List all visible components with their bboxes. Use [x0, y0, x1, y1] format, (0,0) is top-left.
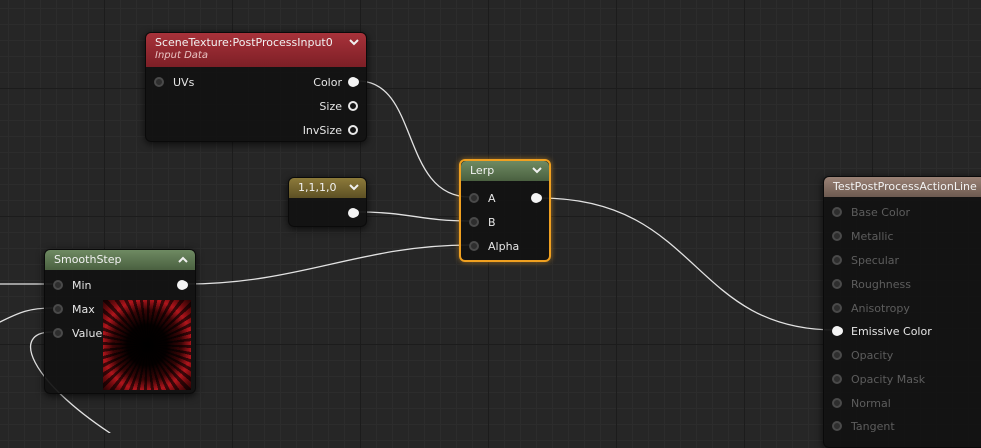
node-title: TestPostProcessActionLine — [833, 180, 977, 193]
pin-b[interactable]: B — [469, 214, 496, 230]
lerp-header[interactable]: Lerp — [461, 161, 549, 181]
smoothstep-node[interactable]: SmoothStep Min Max Value — [44, 249, 196, 394]
pin-socket-icon[interactable] — [832, 303, 842, 313]
wire-lerp-to-emissive — [539, 197, 836, 331]
pin-label: Emissive Color — [851, 324, 932, 338]
pin-socket-icon[interactable] — [53, 328, 63, 338]
pin-anisotropy[interactable]: Anisotropy — [832, 300, 910, 316]
pin-label: A — [488, 191, 496, 205]
node-title: SceneTexture:PostProcessInput0 — [155, 36, 333, 49]
pin-label: Max — [72, 302, 95, 316]
pin-specular[interactable]: Specular — [832, 252, 899, 268]
pin-metallic[interactable]: Metallic — [832, 228, 894, 244]
pin-opacity-mask[interactable]: Opacity Mask — [832, 371, 925, 387]
wire-constant-to-lerp-b — [357, 211, 471, 222]
constant-node[interactable]: 1,1,1,0 — [288, 177, 367, 227]
pin-label: Tangent — [851, 419, 895, 433]
pin-label: Normal — [851, 396, 891, 410]
pin-socket-icon[interactable] — [469, 241, 479, 251]
pin-label: Roughness — [851, 277, 912, 291]
pin-opacity[interactable]: Opacity — [832, 347, 893, 363]
pin-label: Min — [72, 278, 92, 292]
pin-normal[interactable]: Normal — [832, 395, 891, 411]
node-title: 1,1,1,0 — [298, 181, 337, 194]
pin-socket-icon[interactable] — [832, 350, 842, 360]
node-preview-thumbnail — [103, 300, 191, 390]
pin-socket-icon[interactable] — [832, 279, 842, 289]
pin-socket-icon[interactable] — [832, 231, 842, 241]
pin-socket-icon[interactable] — [832, 207, 842, 217]
pin-socket-icon[interactable] — [154, 77, 164, 87]
smoothstep-header[interactable]: SmoothStep — [45, 250, 195, 270]
pin-socket-icon[interactable] — [469, 193, 479, 203]
pin-label: Value — [72, 326, 103, 340]
pin-label: InvSize — [302, 123, 342, 137]
pin-label: UVs — [173, 75, 195, 89]
pin-alpha[interactable]: Alpha — [469, 238, 519, 254]
pin-size[interactable]: Size — [319, 98, 358, 114]
pin-label: Metallic — [851, 229, 894, 243]
chevron-up-icon[interactable] — [177, 254, 189, 266]
pin-label: Alpha — [488, 239, 520, 253]
wire-color-to-lerp-a — [357, 80, 471, 198]
chevron-down-icon[interactable] — [348, 37, 360, 49]
chevron-down-icon[interactable] — [531, 165, 543, 177]
pin-label: Anisotropy — [851, 301, 910, 315]
pin-color[interactable]: Color — [313, 74, 358, 90]
pin-min[interactable]: Min — [53, 277, 92, 293]
pin-label: B — [488, 215, 496, 229]
pin-emissive-color[interactable]: Emissive Color — [832, 323, 932, 339]
lerp-node[interactable]: Lerp A B Alpha — [459, 159, 551, 262]
node-subtitle: Input Data — [155, 50, 208, 61]
pin-socket-icon[interactable] — [177, 280, 187, 290]
pin-socket-icon[interactable] — [832, 421, 842, 431]
scene-texture-header[interactable]: SceneTexture:PostProcessInput0 Input Dat… — [146, 33, 366, 67]
pin-constant-output[interactable] — [342, 205, 358, 221]
scene-texture-node[interactable]: SceneTexture:PostProcessInput0 Input Dat… — [145, 32, 367, 142]
pin-roughness[interactable]: Roughness — [832, 276, 911, 292]
constant-header[interactable]: 1,1,1,0 — [289, 178, 366, 198]
pin-socket-icon[interactable] — [53, 304, 63, 314]
pin-socket-icon[interactable] — [832, 398, 842, 408]
pin-uvs[interactable]: UVs — [154, 74, 194, 90]
pin-smoothstep-output[interactable] — [171, 277, 187, 293]
pin-invsize[interactable]: InvSize — [303, 122, 358, 138]
pin-socket-icon[interactable] — [531, 193, 541, 203]
pin-tangent[interactable]: Tangent — [832, 418, 895, 434]
pin-lerp-output[interactable] — [525, 190, 541, 206]
chevron-down-icon[interactable] — [348, 182, 360, 194]
pin-label: Specular — [851, 253, 900, 267]
pin-socket-icon[interactable] — [832, 326, 842, 336]
pin-label: Opacity Mask — [851, 372, 926, 386]
material-output-node[interactable]: TestPostProcessActionLine Base Color Met… — [823, 176, 981, 448]
pin-socket-icon[interactable] — [832, 374, 842, 384]
pin-socket-icon[interactable] — [348, 208, 358, 218]
pin-socket-icon[interactable] — [348, 125, 358, 135]
pin-max[interactable]: Max — [53, 301, 95, 317]
material-output-header[interactable]: TestPostProcessActionLine — [824, 177, 981, 197]
pin-socket-icon[interactable] — [469, 217, 479, 227]
node-title: Lerp — [470, 164, 495, 177]
pin-base-color[interactable]: Base Color — [832, 204, 910, 220]
pin-label: Size — [319, 99, 342, 113]
wire-smoothstep-to-lerp-alpha — [185, 244, 471, 285]
pin-label: Opacity — [851, 348, 894, 362]
pin-socket-icon[interactable] — [832, 255, 842, 265]
pin-value[interactable]: Value — [53, 325, 102, 341]
pin-a[interactable]: A — [469, 190, 496, 206]
pin-label: Color — [313, 75, 342, 89]
pin-label: Base Color — [851, 205, 911, 219]
node-title: SmoothStep — [54, 253, 122, 266]
pin-socket-icon[interactable] — [348, 101, 358, 111]
pin-socket-icon[interactable] — [53, 280, 63, 290]
pin-socket-icon[interactable] — [348, 77, 358, 87]
